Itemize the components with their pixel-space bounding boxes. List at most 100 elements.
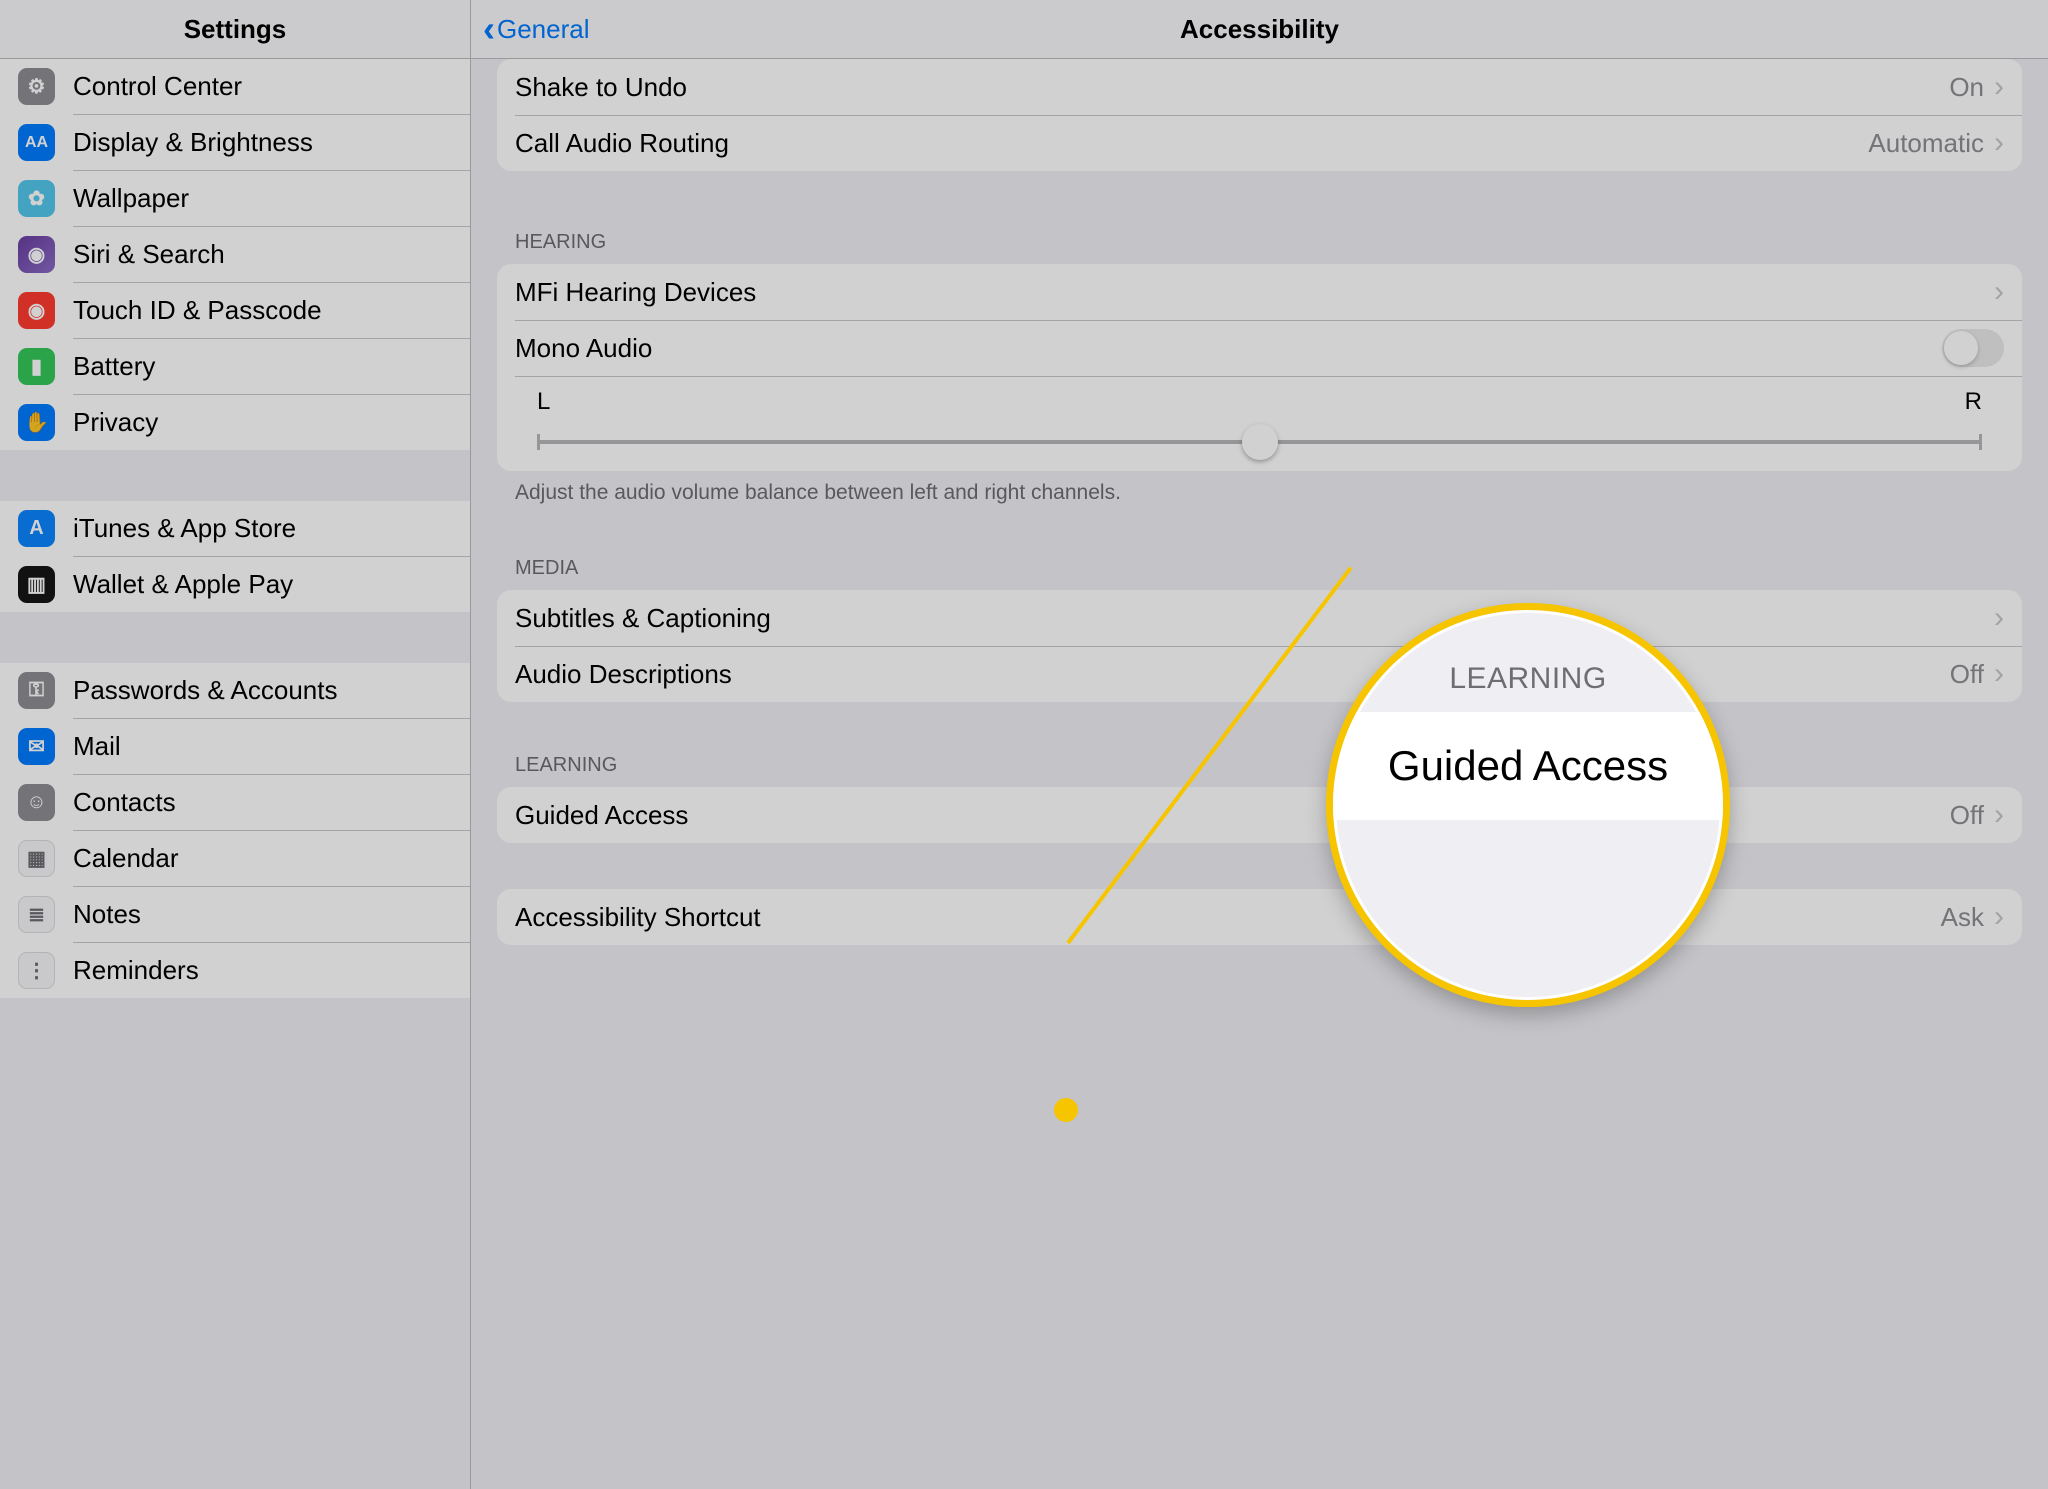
sidebar-item-reminders[interactable]: ⋮Reminders <box>0 943 470 998</box>
row-label: Guided Access <box>515 800 1950 831</box>
sidebar-item-control-center[interactable]: ⚙ Control Center <box>0 59 470 114</box>
sidebar-group: AiTunes & App Store ▥ Wallet & Apple Pay <box>0 501 470 612</box>
balance-thumb[interactable] <box>1242 424 1278 460</box>
chevron-right-icon: › <box>1994 657 2004 691</box>
calendar-icon: ▦ <box>18 840 55 877</box>
sidebar-item-label: Notes <box>73 899 141 930</box>
sidebar-item-label: Privacy <box>73 407 158 438</box>
sidebar-item-notes[interactable]: ≣ Notes <box>0 887 470 942</box>
sidebar-item-wallet-apple-pay[interactable]: ▥ Wallet & Apple Pay <box>0 557 470 612</box>
detail-title: Accessibility <box>471 14 2048 45</box>
switches-icon: ⚙ <box>18 68 55 105</box>
sidebar-item-label: Wallet & Apple Pay <box>73 569 293 600</box>
wallet-icon: ▥ <box>18 566 55 603</box>
sidebar-group: ⚿ Passwords & Accounts ✉ Mail ☺ Contacts ▦Cale… <box>0 663 470 998</box>
sidebar-item-touch-id[interactable]: ◉ Touch ID & Passcode <box>0 283 470 338</box>
row-label: Subtitles & Captioning <box>515 603 1984 634</box>
detail-pane: ‹ General Accessibility Shake to UndoOn ›… <box>471 0 2048 1489</box>
fingerprint-icon: ◉ <box>18 292 55 329</box>
row-balance[interactable]: LR <box>497 376 2022 471</box>
detail-header: ‹ General Accessibility <box>471 0 2048 59</box>
sidebar-item-battery[interactable]: ▮Battery <box>0 339 470 394</box>
chevron-right-icon: › <box>1994 798 2004 832</box>
settings-group: Shake to UndoOn›Call Audio RoutingAutoma… <box>497 59 2022 171</box>
row-value: Off <box>1950 800 1984 831</box>
sidebar-item-label: Control Center <box>73 71 242 102</box>
sidebar-item-label: Touch ID & Passcode <box>73 295 322 326</box>
row-value: Automatic <box>1868 128 1984 159</box>
chevron-right-icon: › <box>1994 275 2004 309</box>
sidebar-item-privacy[interactable]: ✋ Privacy <box>0 395 470 450</box>
toggle-mono-audio[interactable] <box>1942 329 2004 367</box>
sidebar-group-gap <box>0 450 470 501</box>
sidebar-item-passwords-accounts[interactable]: ⚿ Passwords & Accounts <box>0 663 470 718</box>
settings-group: Accessibility ShortcutAsk › <box>497 889 2022 945</box>
sidebar-header: Settings <box>0 0 470 59</box>
chevron-right-icon: › <box>1994 70 2004 104</box>
row-label: Mono Audio <box>515 333 1942 364</box>
settings-group: MFi Hearing Devices›Mono AudioLR <box>497 264 2022 471</box>
row-audio-descriptions[interactable]: Audio DescriptionsOff › <box>497 646 2022 702</box>
callout-row-label: Guided Access <box>1333 712 1723 820</box>
sidebar-item-calendar[interactable]: ▦Calendar <box>0 831 470 886</box>
sidebar-item-mail[interactable]: ✉ Mail <box>0 719 470 774</box>
key-icon: ⚿ <box>18 672 55 709</box>
sidebar-list[interactable]: ⚙Control CenterAADisplay & Brightness✿Wa… <box>0 59 470 1489</box>
row-accessibility-shortcut[interactable]: Accessibility ShortcutAsk › <box>497 889 2022 945</box>
sidebar-item-label: iTunes & App Store <box>73 513 296 544</box>
row-subtitles[interactable]: Subtitles & Captioning › <box>497 590 2022 646</box>
row-mono-audio: Mono Audio <box>497 320 2022 376</box>
sidebar: Settings ⚙ Control Center AADisplay & Brig… <box>0 0 471 1489</box>
callout-magnifier: LEARNING Guided Access <box>1326 603 1730 1007</box>
sidebar-item-wallpaper[interactable]: ✿Wallpaper <box>0 171 470 226</box>
detail-body[interactable]: Shake to UndoOn›Call Audio RoutingAutoma… <box>471 59 2048 1489</box>
sidebar-group-gap <box>0 612 470 663</box>
sidebar-group: ⚙ Control Center AADisplay & Brightness✿Wa… <box>0 59 470 450</box>
sidebar-item-label: Passwords & Accounts <box>73 675 337 706</box>
battery-icon: ▮ <box>18 348 55 385</box>
row-value: Ask <box>1941 902 1984 933</box>
sidebar-title: Settings <box>184 14 287 45</box>
settings-group: Guided AccessOff › <box>497 787 2022 843</box>
settings-split-view: Settings ⚙ Control Center AADisplay & Brig… <box>0 0 2048 1489</box>
sidebar-item-itunes-store[interactable]: AiTunes & App Store <box>0 501 470 556</box>
sidebar-item-label: Siri & Search <box>73 239 225 270</box>
chevron-right-icon: › <box>1994 900 2004 934</box>
balance-label-right: R <box>1965 388 1982 416</box>
section-header: HEARING <box>515 231 2022 254</box>
row-call-audio-routing[interactable]: Call Audio RoutingAutomatic › <box>497 115 2022 171</box>
section-header: LEARNING <box>515 754 2022 777</box>
balance-labels: LR <box>537 388 1982 416</box>
chevron-right-icon: › <box>1994 126 2004 160</box>
row-value: Off <box>1950 659 1984 690</box>
notes-icon: ≣ <box>18 896 55 933</box>
row-label: Call Audio Routing <box>515 128 1868 159</box>
sidebar-item-siri-search[interactable]: ◉ Siri & Search <box>0 227 470 282</box>
section-header: MEDIA <box>515 557 2022 580</box>
sidebar-item-label: Mail <box>73 731 121 762</box>
sidebar-item-display-brightness[interactable]: AADisplay & Brightness <box>0 115 470 170</box>
hand-icon: ✋ <box>18 404 55 441</box>
reminders-icon: ⋮ <box>18 952 55 989</box>
row-label: Audio Descriptions <box>515 659 1950 690</box>
sidebar-item-label: Contacts <box>73 787 176 818</box>
row-label: MFi Hearing Devices <box>515 277 1984 308</box>
row-value: On <box>1949 72 1984 103</box>
balance-label-left: L <box>537 388 550 416</box>
row-guided-access[interactable]: Guided AccessOff › <box>497 787 2022 843</box>
row-label: Accessibility Shortcut <box>515 902 1941 933</box>
row-mfi-hearing[interactable]: MFi Hearing Devices › <box>497 264 2022 320</box>
row-label: Shake to Undo <box>515 72 1949 103</box>
chevron-right-icon: › <box>1994 601 2004 635</box>
mail-icon: ✉ <box>18 728 55 765</box>
aa-icon: AA <box>18 124 55 161</box>
row-shake-to-undo[interactable]: Shake to UndoOn › <box>497 59 2022 115</box>
siri-icon: ◉ <box>18 236 55 273</box>
section-footer: Adjust the audio volume balance between … <box>515 481 2004 505</box>
callout-anchor-dot <box>1054 1098 1078 1122</box>
sidebar-item-contacts[interactable]: ☺ Contacts <box>0 775 470 830</box>
contacts-icon: ☺ <box>18 784 55 821</box>
flower-icon: ✿ <box>18 180 55 217</box>
toggle-knob <box>1944 331 1978 365</box>
balance-slider[interactable] <box>537 440 1982 444</box>
